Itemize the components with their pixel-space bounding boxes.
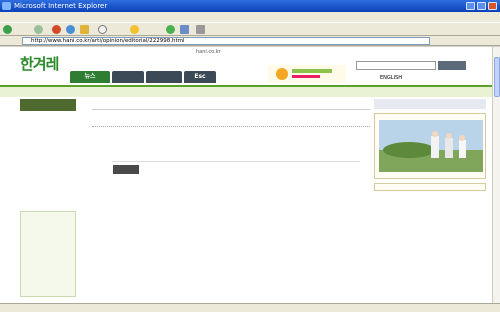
status-bar [0,303,500,312]
english-link[interactable]: ENGLISH [380,75,402,81]
search-button[interactable] [98,25,109,35]
sidebar-box-item[interactable] [21,246,75,254]
sidebar-box-item[interactable] [21,270,75,278]
site-logo[interactable]: 한겨레 [20,53,59,74]
sidebar-item[interactable] [20,151,76,159]
search-icon [98,25,107,34]
site-top-links: hani.co.kr [196,49,251,55]
print-button[interactable] [196,25,207,35]
history-icon [166,25,175,34]
title-bar: Microsoft Internet Explorer [0,0,500,12]
article-label [113,165,139,174]
browser-window: Microsoft Internet Explorer http://www.h… [0,0,500,312]
section-subnav [0,85,492,97]
forward-arrow-icon [34,25,43,34]
sidebar-box-item[interactable] [21,214,75,222]
print-icon [196,25,205,34]
sidebar-item[interactable] [20,199,76,207]
ie-logo-icon [2,2,11,10]
vertical-scrollbar[interactable] [492,47,500,303]
top-link[interactable]: hani.co.kr [196,49,221,55]
tab-news[interactable]: 뉴스 [70,71,110,83]
tab-sports[interactable] [146,71,182,83]
stop-icon [52,25,61,34]
right-sidebar [374,99,486,303]
sidebar-item[interactable] [20,183,76,191]
sidebar-item[interactable] [20,127,76,135]
close-icon[interactable] [488,2,497,10]
sidebar-box-item[interactable] [21,222,75,230]
minimize-icon[interactable] [466,2,475,10]
sidebar-box [20,211,76,297]
browser-toolbar [0,22,500,36]
sidebar-item[interactable] [20,191,76,199]
menu-bar [0,12,500,22]
tab-esc[interactable]: Esc [184,71,216,83]
sidebar-box-item[interactable] [21,278,75,286]
sidebar-item[interactable] [20,143,76,151]
refresh-icon [66,25,75,34]
maximize-icon[interactable] [477,2,486,10]
language-links: ENGLISH [380,75,408,81]
sidebar-box-item[interactable] [21,254,75,262]
sidebar-item[interactable] [20,135,76,143]
scrollbar-thumb[interactable] [494,57,500,97]
refresh-button[interactable] [66,25,77,35]
star-icon [130,25,139,34]
site-search-button[interactable] [438,61,466,70]
login-buttons [372,49,390,55]
sidebar-header [20,99,76,111]
sidebar-box-item[interactable] [21,262,75,270]
home-button[interactable] [80,25,91,35]
web-page: hani.co.kr 한겨레 ENGLISH 뉴스 Esc [0,47,492,303]
divider [112,161,360,162]
site-search-input[interactable] [356,61,436,70]
promo-panel [374,113,486,179]
mail-icon [180,25,189,34]
breadcrumb [94,101,110,107]
sidebar-item-active[interactable] [20,119,76,127]
divider [92,109,370,110]
address-bar: http://www.hani.co.kr/arti/opinion/edito… [0,36,500,46]
sidebar-box-item[interactable] [21,286,75,294]
sidebar-box-item[interactable] [21,230,75,238]
sidebar-item[interactable] [20,175,76,183]
sidebar-item[interactable] [20,111,76,119]
history-button[interactable] [166,25,177,35]
sidebar-box-item[interactable] [21,238,75,246]
forward-button[interactable] [34,25,45,35]
promo-photo[interactable] [379,120,483,172]
address-input[interactable]: http://www.hani.co.kr/arti/opinion/edito… [22,37,430,45]
promo-banner[interactable] [268,65,346,83]
favorites-button[interactable] [130,25,141,35]
back-button[interactable] [3,25,14,35]
left-sidebar [20,99,76,303]
window-title: Microsoft Internet Explorer [14,2,108,10]
divider [92,126,370,127]
sidebar-item[interactable] [20,159,76,167]
tab-entertainment[interactable] [112,71,144,83]
ad-banner[interactable] [374,99,486,109]
sidebar-item[interactable] [20,167,76,175]
mail-button[interactable] [180,25,191,35]
back-arrow-icon [3,25,12,34]
stop-button[interactable] [52,25,63,35]
article-tools [118,117,148,123]
home-icon [80,25,89,34]
logo-text: 한겨레 [20,55,59,73]
related-list [374,183,486,191]
